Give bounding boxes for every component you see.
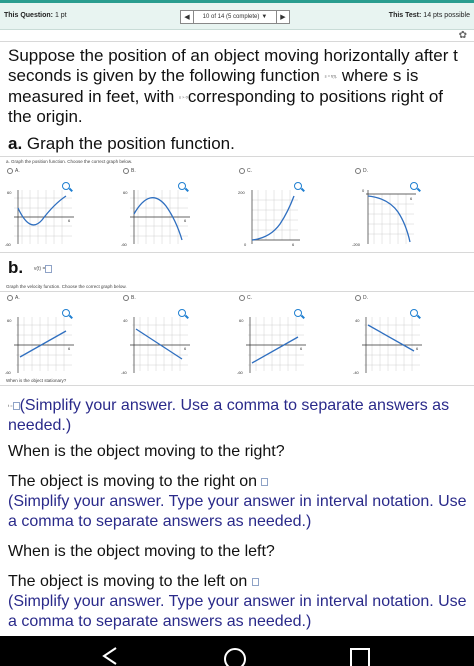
- x-max-label: 6: [410, 196, 413, 201]
- back-icon[interactable]: [98, 646, 122, 666]
- system-nav-bar: [0, 636, 474, 666]
- position-option-d[interactable]: D. 0 -200 6: [352, 168, 432, 248]
- right-question: When is the object moving to the right?: [8, 443, 285, 460]
- y-min-label: 0: [244, 242, 247, 247]
- velocity-option-b[interactable]: B. 40 -40 6: [120, 295, 200, 375]
- x-max-label: 6: [68, 346, 71, 351]
- velocity-option-c[interactable]: C. 60 -60 6: [236, 295, 316, 375]
- y-min-label: -200: [352, 242, 361, 247]
- x-max-label: 6: [292, 242, 295, 247]
- y-min-label: -60: [5, 370, 12, 375]
- radio-button[interactable]: [355, 295, 361, 301]
- x-max-label: 6: [300, 346, 303, 351]
- divider: [0, 385, 474, 386]
- question-points: This Question: 1 pt: [4, 12, 67, 19]
- radio-button[interactable]: [7, 295, 13, 301]
- velocity-option-d[interactable]: D. 40 -40 6: [352, 295, 432, 375]
- velocity-answer-box[interactable]: [45, 264, 53, 273]
- y-min-label: -60: [237, 370, 244, 375]
- part-a-instruction: a. Graph the position function. Choose t…: [6, 159, 133, 164]
- top-bar: This Question: 1 pt ◀ 10 of 14 (5 comple…: [0, 0, 474, 30]
- position-option-b[interactable]: B. 60 -60 6: [120, 168, 200, 248]
- y-min-label: -60: [121, 242, 128, 247]
- home-icon[interactable]: [222, 646, 248, 666]
- chevron-down-icon: ▼: [261, 14, 268, 20]
- right-answer: The object is moving to the right on (Si…: [8, 473, 467, 530]
- question-select[interactable]: 10 of 14 (5 complete) ▼: [194, 10, 276, 24]
- radio-button[interactable]: [239, 168, 245, 174]
- position-option-c[interactable]: C. 200 0 6: [236, 168, 316, 248]
- next-question-button[interactable]: ▶: [276, 10, 290, 24]
- recents-icon[interactable]: [348, 646, 374, 666]
- y-min-label: -60: [5, 242, 12, 247]
- question-navigator: ◀ 10 of 14 (5 complete) ▼ ▶: [180, 10, 290, 24]
- part-b-heading: b. v(t) =: [8, 258, 53, 278]
- left-answer: The object is moving to the left on (Sim…: [8, 573, 467, 630]
- divider: [0, 41, 474, 42]
- stationary-question-small: When is the object stationary?: [6, 378, 67, 383]
- radio-button[interactable]: [123, 295, 129, 301]
- left-interval-box[interactable]: [251, 577, 259, 586]
- x-max-label: 6: [184, 346, 187, 351]
- x-max-label: 6: [416, 346, 419, 351]
- y-max-label: 60: [123, 190, 128, 195]
- part-b-instruction: Graph the velocity function. Choose the …: [6, 284, 127, 289]
- y-max-label: 60: [239, 318, 244, 323]
- y-min-label: -40: [121, 370, 128, 375]
- prev-question-button[interactable]: ◀: [180, 10, 194, 24]
- x-max-label: 6: [184, 218, 187, 223]
- radio-button[interactable]: [7, 168, 13, 174]
- y-max-label: 200: [238, 190, 245, 195]
- stationary-answer: t = (Simplify your answer. Use a comma to…: [8, 397, 450, 435]
- radio-button[interactable]: [239, 295, 245, 301]
- divider: [0, 156, 474, 157]
- divider: [0, 291, 474, 292]
- y-max-label: 40: [123, 318, 128, 323]
- y-max-label: 0: [362, 188, 365, 193]
- question-intro: Suppose the position of an object moving…: [8, 46, 458, 127]
- divider: [0, 252, 474, 253]
- part-a-heading: a. Graph the position function.: [8, 134, 235, 153]
- right-interval-box[interactable]: [261, 477, 269, 486]
- radio-button[interactable]: [355, 168, 361, 174]
- x-max-label: 6: [68, 218, 71, 223]
- y-max-label: 40: [355, 318, 360, 323]
- position-option-a[interactable]: A. 60 -60 6: [4, 168, 84, 248]
- y-min-label: -40: [353, 370, 360, 375]
- radio-button[interactable]: [123, 168, 129, 174]
- stationary-answer-box[interactable]: [12, 402, 20, 410]
- y-max-label: 60: [7, 318, 12, 323]
- test-points: This Test: 14 pts possible: [388, 12, 470, 19]
- y-max-label: 60: [7, 190, 12, 195]
- velocity-option-a[interactable]: A. 60 -60 6: [4, 295, 84, 375]
- gear-icon[interactable]: ✿: [459, 30, 467, 41]
- left-question: When is the object moving to the left?: [8, 543, 275, 560]
